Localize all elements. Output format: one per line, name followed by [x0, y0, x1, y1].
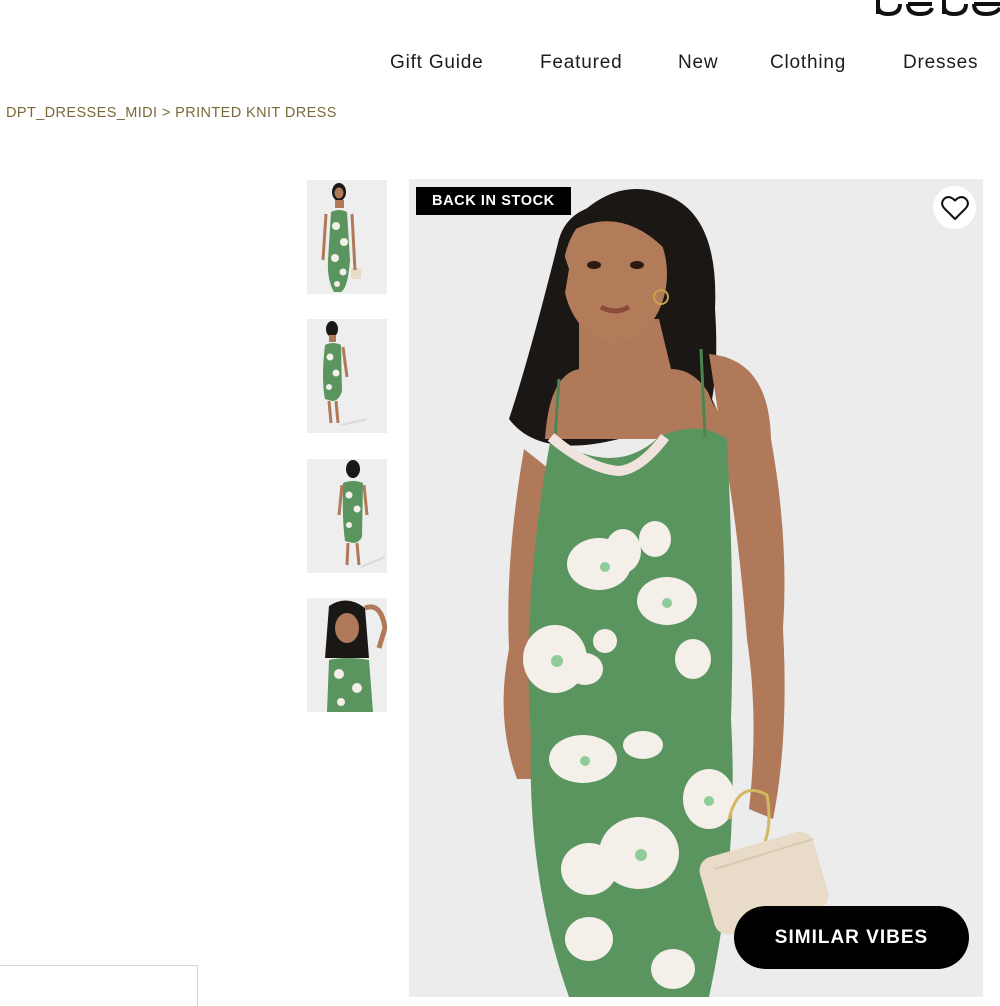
breadcrumb-category-link[interactable]: DPT_DRESSES_MIDI: [6, 105, 162, 121]
wishlist-button[interactable]: [933, 186, 976, 229]
breadcrumb: DPT_DRESSES_MIDI > PRINTED KNIT DRESS: [6, 105, 337, 121]
nav-item-featured[interactable]: Featured: [540, 52, 622, 74]
main-product-image[interactable]: [409, 179, 983, 997]
product-thumbnail-front[interactable]: [307, 180, 387, 294]
nav-item-dresses[interactable]: Dresses: [903, 52, 978, 74]
nav-item-new[interactable]: New: [678, 52, 718, 74]
breadcrumb-separator: >: [161, 105, 176, 121]
product-thumbnail-closeup[interactable]: [307, 598, 387, 712]
product-thumbnail-back[interactable]: [307, 459, 387, 573]
breadcrumb-current: PRINTED KNIT DRESS: [175, 105, 337, 121]
nav-item-gift-guide[interactable]: Gift Guide: [390, 52, 484, 74]
brand-logo[interactable]: bebe: [874, 0, 1000, 16]
back-in-stock-badge: BACK IN STOCK: [416, 187, 571, 215]
product-thumbnail-side[interactable]: [307, 319, 387, 433]
nav-item-clothing[interactable]: Clothing: [770, 52, 846, 74]
similar-vibes-button[interactable]: SIMILAR VIBES: [734, 906, 969, 969]
main-nav: Gift Guide Featured New Clothing Dresses: [0, 52, 1000, 76]
heart-outline-icon: [940, 195, 969, 220]
